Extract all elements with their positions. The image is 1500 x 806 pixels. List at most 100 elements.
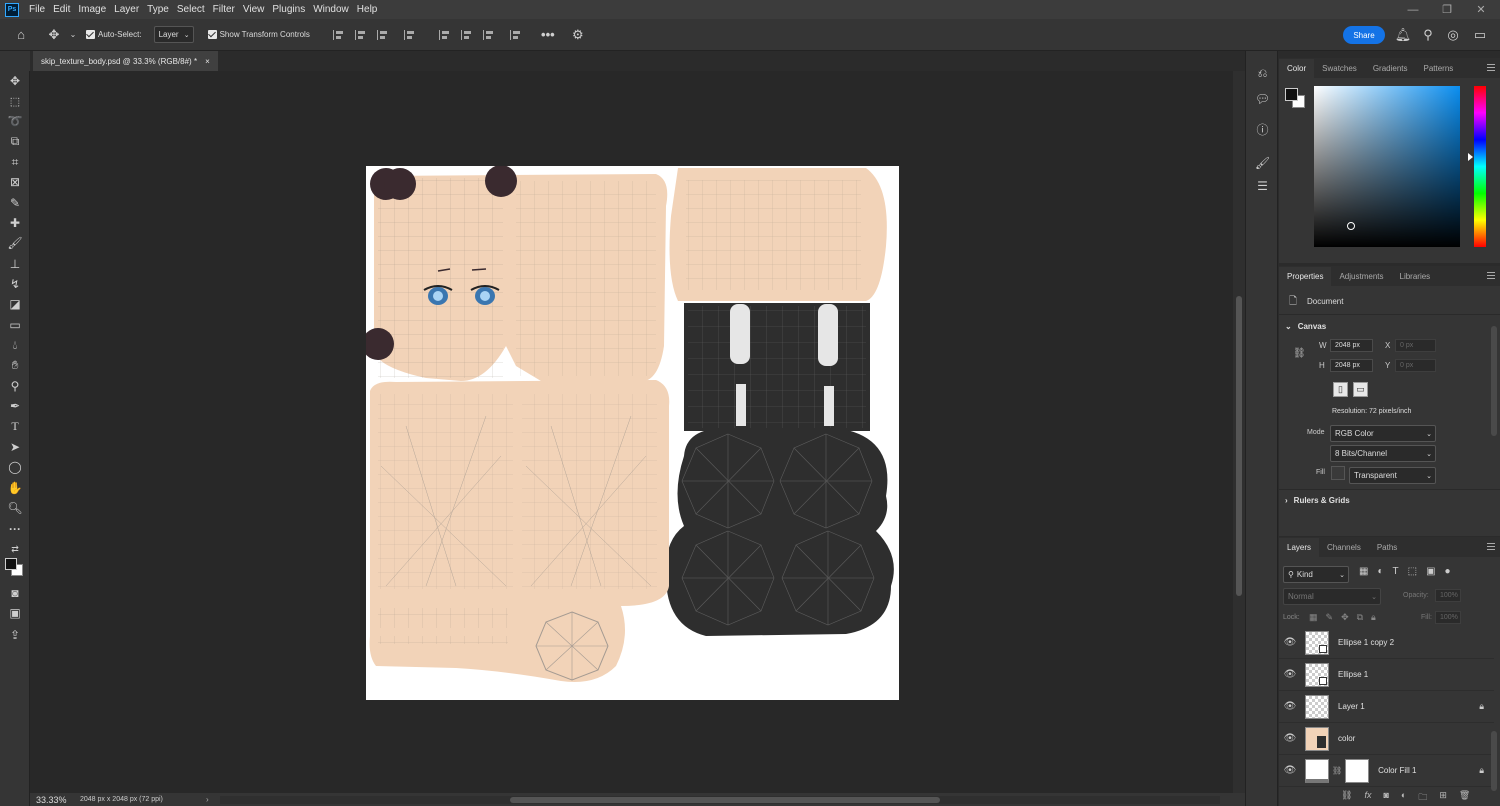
gradient-tool-icon[interactable]: ▭ bbox=[6, 317, 24, 333]
history-brush-tool-icon[interactable]: ↯ bbox=[6, 276, 24, 292]
share-button[interactable]: Share bbox=[1343, 26, 1385, 44]
lock-artboard-icon[interactable]: ⧉ bbox=[1357, 612, 1363, 623]
fill-field[interactable]: 100% bbox=[1435, 611, 1461, 624]
color-picker-cursor[interactable] bbox=[1347, 222, 1355, 230]
layer-name[interactable]: Layer 1 bbox=[1338, 702, 1365, 711]
filter-toggle-icon[interactable]: ● bbox=[1445, 566, 1451, 577]
portrait-orientation-icon[interactable]: ▯ bbox=[1333, 382, 1348, 397]
minimize-icon[interactable]: — bbox=[1396, 0, 1430, 19]
height-field[interactable]: 2048 px bbox=[1330, 359, 1373, 372]
new-layer-icon[interactable]: ⊞ bbox=[1439, 790, 1447, 806]
layer-row[interactable]: 👁︎ Layer 1 🔒︎ bbox=[1279, 691, 1494, 723]
object-select-tool-icon[interactable]: ⧉ bbox=[6, 133, 24, 149]
foreground-color-swatch[interactable] bbox=[5, 558, 17, 570]
workspace-icon[interactable]: ▭ bbox=[1470, 19, 1490, 51]
more-options-icon[interactable]: ••• bbox=[533, 19, 563, 51]
fill-swatch[interactable] bbox=[1331, 466, 1345, 480]
edit-toolbar-icon[interactable]: ··· bbox=[6, 521, 24, 537]
align-middle-icon[interactable] bbox=[460, 29, 473, 40]
layer-name[interactable]: Color Fill 1 bbox=[1378, 766, 1416, 775]
type-tool-icon[interactable]: T bbox=[6, 418, 24, 434]
tab-patterns[interactable]: Patterns bbox=[1416, 59, 1462, 78]
dodge-tool-icon[interactable]: ✋︎ bbox=[6, 357, 24, 373]
crop-tool-icon[interactable]: ⌗ bbox=[6, 154, 24, 170]
lock-image-icon[interactable]: ✎ bbox=[1326, 612, 1334, 623]
menu-select[interactable]: Select bbox=[173, 0, 209, 19]
menu-layer[interactable]: Layer bbox=[110, 0, 143, 19]
tab-libraries[interactable]: Libraries bbox=[1392, 267, 1439, 286]
align-top-icon[interactable] bbox=[438, 29, 451, 40]
hue-slider[interactable] bbox=[1474, 86, 1486, 247]
properties-scrollbar[interactable] bbox=[1491, 326, 1497, 436]
align-center-icon[interactable] bbox=[354, 29, 367, 40]
document-tab[interactable]: skip_texture_body.psd @ 33.3% (RGB/8#) *… bbox=[33, 51, 218, 71]
lasso-tool-icon[interactable]: ➰ bbox=[6, 113, 24, 129]
screen-mode-icon[interactable]: ▣ bbox=[6, 605, 24, 621]
path-selection-tool-icon[interactable]: ➤ bbox=[6, 439, 24, 455]
healing-brush-tool-icon[interactable]: ✚ bbox=[6, 215, 24, 231]
marquee-tool-icon[interactable]: ⬚ bbox=[6, 93, 24, 109]
rulers-grids-section-header[interactable]: › Rulers & Grids bbox=[1285, 496, 1350, 505]
fill-dropdown[interactable]: Transparent ⌄ bbox=[1349, 467, 1436, 484]
visibility-eye-icon[interactable]: 👁︎ bbox=[1279, 701, 1301, 712]
panel-menu-icon[interactable] bbox=[1487, 272, 1495, 279]
adjustment-layer-icon[interactable]: ◐ bbox=[1401, 790, 1406, 806]
visibility-eye-icon[interactable]: 👁︎ bbox=[1279, 669, 1301, 680]
vertical-scrollbar[interactable] bbox=[1233, 71, 1245, 793]
history-icon[interactable]: ⎌ bbox=[1254, 65, 1271, 82]
close-tab-icon[interactable]: × bbox=[205, 57, 210, 66]
blend-mode-dropdown[interactable]: Normal ⌄ bbox=[1283, 588, 1381, 605]
tab-properties[interactable]: Properties bbox=[1279, 267, 1332, 286]
zoom-tool-icon[interactable]: 🔍︎ bbox=[6, 500, 24, 516]
photoshop-logo-icon[interactable]: Ps bbox=[5, 2, 19, 17]
scrollbar-thumb[interactable] bbox=[1236, 296, 1242, 596]
align-right-icon[interactable] bbox=[376, 29, 389, 40]
sponge-tool-icon[interactable]: ⚲ bbox=[6, 378, 24, 394]
menu-plugins[interactable]: Plugins bbox=[268, 0, 309, 19]
search-icon[interactable]: ⚲ bbox=[1421, 19, 1435, 51]
layer-name[interactable]: Ellipse 1 copy 2 bbox=[1338, 638, 1394, 647]
link-icon[interactable]: ⛓ bbox=[1293, 348, 1306, 359]
layer-row[interactable]: 👁︎ Ellipse 1 copy 2 bbox=[1279, 627, 1494, 659]
lock-all-icon[interactable]: 🔒︎ bbox=[1371, 612, 1376, 623]
eraser-tool-icon[interactable]: ◪ bbox=[6, 296, 24, 312]
hue-slider-handle[interactable] bbox=[1468, 153, 1473, 161]
show-transform-checkbox[interactable]: Show Transform Controls bbox=[207, 30, 310, 39]
tab-paths[interactable]: Paths bbox=[1369, 538, 1405, 557]
document-canvas[interactable] bbox=[366, 166, 899, 700]
brush-tool-icon[interactable]: 🖌︎ bbox=[6, 235, 24, 251]
filter-adjustment-icon[interactable]: ◐ bbox=[1377, 566, 1383, 577]
layer-row[interactable]: 👁︎ Ellipse 1 bbox=[1279, 659, 1494, 691]
chevron-right-icon[interactable]: › bbox=[206, 795, 209, 804]
layer-style-icon[interactable]: fx bbox=[1364, 790, 1371, 806]
share-tool-icon[interactable]: ⇪ bbox=[6, 627, 24, 643]
menu-window[interactable]: Window bbox=[309, 0, 353, 19]
visibility-eye-icon[interactable]: 👁︎ bbox=[1279, 733, 1301, 744]
distribute-icon[interactable] bbox=[403, 29, 416, 40]
add-mask-icon[interactable]: ◙ bbox=[1383, 790, 1388, 806]
adjustments-sliders-icon[interactable]: ☰ bbox=[1254, 177, 1271, 194]
menu-view[interactable]: View bbox=[239, 0, 269, 19]
link-layers-icon[interactable]: ⛓ bbox=[1341, 790, 1352, 806]
opacity-field[interactable]: 100% bbox=[1435, 589, 1461, 602]
trash-icon[interactable]: 🗑︎ bbox=[1459, 790, 1470, 806]
layer-name[interactable]: Ellipse 1 bbox=[1338, 670, 1368, 679]
comments-icon[interactable]: 💬︎ bbox=[1254, 90, 1271, 107]
close-window-icon[interactable]: ✕ bbox=[1464, 0, 1498, 19]
bell-icon[interactable]: 🔔︎ bbox=[1395, 19, 1412, 51]
default-colors-icon[interactable]: ⇄ bbox=[6, 541, 24, 557]
layers-scrollbar[interactable] bbox=[1491, 731, 1497, 791]
move-tool-icon[interactable]: ✥ bbox=[42, 19, 66, 51]
menu-help[interactable]: Help bbox=[353, 0, 382, 19]
filter-type-icon[interactable]: T bbox=[1393, 566, 1399, 577]
filter-smart-object-icon[interactable]: ▣ bbox=[1426, 566, 1435, 577]
menu-image[interactable]: Image bbox=[74, 0, 110, 19]
discover-icon[interactable]: ◎ bbox=[1446, 19, 1460, 51]
zoom-level[interactable]: 33.33% bbox=[30, 795, 80, 805]
filter-pixel-icon[interactable]: ▦ bbox=[1359, 566, 1368, 577]
align-left-icon[interactable] bbox=[332, 29, 345, 40]
horizontal-scrollbar[interactable] bbox=[220, 796, 1220, 804]
auto-select-target-dropdown[interactable]: Layer ⌄ bbox=[153, 26, 194, 43]
tab-layers[interactable]: Layers bbox=[1279, 538, 1320, 557]
color-panel-swatches[interactable] bbox=[1285, 88, 1307, 110]
